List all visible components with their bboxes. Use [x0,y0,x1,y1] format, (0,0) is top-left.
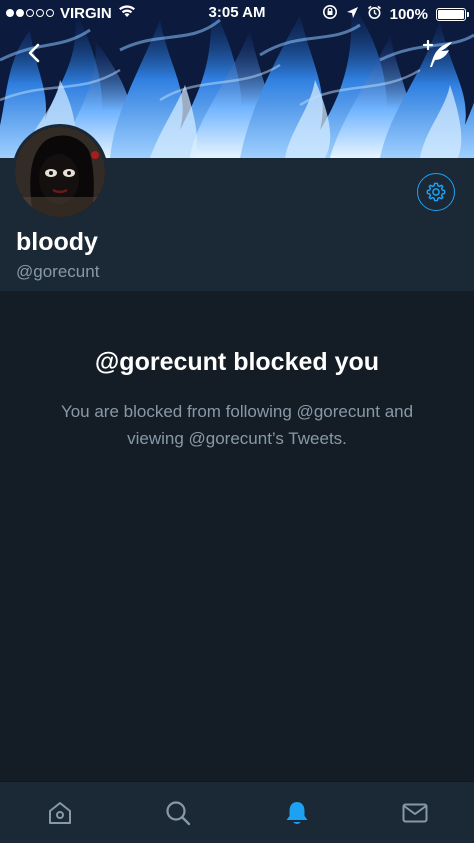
location-arrow-icon [346,6,359,23]
compose-quill-icon [422,39,452,67]
cellular-signal-icon [6,9,54,17]
tab-messages[interactable] [398,796,432,830]
rotation-lock-icon [322,4,338,24]
profile-screen: VIRGIN 3:05 AM 100% bloody @gorecunt @go… [0,0,474,843]
blocked-description: You are blocked from following @gorecunt… [60,402,414,448]
notifications-icon [286,802,308,824]
blocked-title: @gorecunt blocked you [94,348,380,376]
alarm-clock-icon [367,5,382,24]
compose-tweet-button[interactable] [422,38,454,70]
wifi-icon [118,4,136,22]
messages-icon [402,803,428,823]
tab-home[interactable] [43,796,77,830]
status-left: VIRGIN [6,4,136,22]
tab-notifications[interactable] [280,796,314,830]
profile-handle: @gorecunt [16,262,100,281]
avatar[interactable] [12,124,108,220]
gear-icon [426,182,446,202]
avatar-image [15,127,105,217]
profile-settings-button[interactable] [417,173,455,211]
profile-display-name: bloody [16,228,98,256]
carrier-label: VIRGIN [60,4,112,22]
status-right: 100% [322,4,469,24]
battery-percent: 100% [389,5,428,23]
battery-icon [436,7,469,21]
tab-search[interactable] [161,796,195,830]
status-bar: VIRGIN 3:05 AM 100% [0,0,474,26]
chevron-left-icon [28,43,40,63]
back-button[interactable] [20,38,50,68]
bottom-tab-bar [0,781,474,843]
search-icon [166,801,191,826]
home-icon [49,802,71,824]
